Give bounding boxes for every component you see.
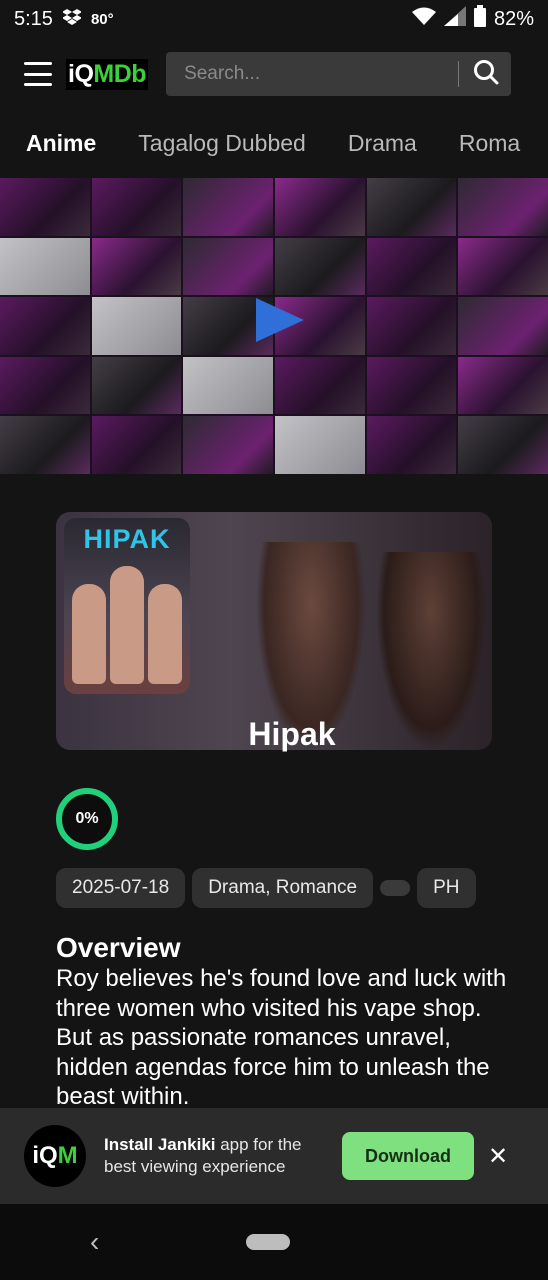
install-app-name: Install Jankiki bbox=[104, 1135, 216, 1154]
dropbox-icon bbox=[61, 8, 82, 31]
app-logo[interactable]: iQMDb bbox=[66, 58, 149, 90]
tab-drama[interactable]: Drama bbox=[348, 130, 417, 157]
tab-romance[interactable]: Roma bbox=[459, 130, 520, 157]
install-banner: iQ M Install Jankiki app for the best vie… bbox=[0, 1108, 548, 1204]
search-divider bbox=[458, 61, 460, 87]
search-bar bbox=[166, 52, 512, 96]
install-message: Install Jankiki app for the best viewing… bbox=[104, 1134, 334, 1178]
close-icon[interactable]: ✕ bbox=[488, 1142, 508, 1171]
status-bar: 5:15 80° 82% bbox=[0, 0, 548, 38]
release-date-chip: 2025-07-18 bbox=[56, 868, 186, 908]
search-icon[interactable] bbox=[473, 59, 499, 90]
meta-chips: 2025-07-18 Drama, Romance PH bbox=[56, 868, 476, 908]
tab-anime[interactable]: Anime bbox=[26, 130, 96, 157]
search-input[interactable] bbox=[184, 63, 445, 85]
download-button[interactable]: Download bbox=[342, 1132, 474, 1180]
menu-icon[interactable] bbox=[24, 62, 52, 86]
wifi-icon bbox=[411, 7, 436, 31]
category-tabs: Anime Tagalog Dubbed Drama Roma bbox=[0, 120, 548, 166]
system-nav-bar: ‹ bbox=[0, 1204, 548, 1280]
status-temperature: 80° bbox=[90, 10, 114, 28]
play-icon[interactable] bbox=[256, 298, 304, 342]
tab-tagalog-dubbed[interactable]: Tagalog Dubbed bbox=[138, 130, 306, 157]
home-button[interactable] bbox=[246, 1234, 290, 1250]
overview-text: Roy believes he's found love and luck wi… bbox=[56, 965, 507, 1110]
battery-icon bbox=[473, 5, 486, 33]
logo-mdb: MDb bbox=[93, 59, 147, 88]
app-header: iQMDb bbox=[0, 44, 548, 104]
genres-chip: Drama, Romance bbox=[192, 868, 374, 908]
country-chip: PH bbox=[417, 868, 476, 908]
logo-iq: iQ bbox=[68, 59, 94, 88]
empty-chip bbox=[380, 880, 411, 896]
app-icon-iq: iQ bbox=[32, 1142, 58, 1169]
rating-score: 0% bbox=[56, 788, 118, 850]
signal-icon bbox=[443, 6, 466, 32]
poster-thumbnail: HIPAK bbox=[64, 518, 190, 694]
movie-title: Hipak bbox=[248, 716, 336, 752]
status-right: 82% bbox=[411, 5, 534, 33]
status-time: 5:15 bbox=[14, 7, 53, 30]
overview-heading: Overview bbox=[56, 932, 181, 963]
app-icon: iQ M bbox=[24, 1125, 86, 1187]
status-left: 5:15 80° bbox=[14, 8, 114, 31]
status-battery: 82% bbox=[493, 7, 534, 30]
app-icon-m: M bbox=[57, 1142, 78, 1169]
back-icon[interactable]: ‹ bbox=[90, 1226, 99, 1258]
poster-title-art: HIPAK bbox=[83, 524, 171, 554]
